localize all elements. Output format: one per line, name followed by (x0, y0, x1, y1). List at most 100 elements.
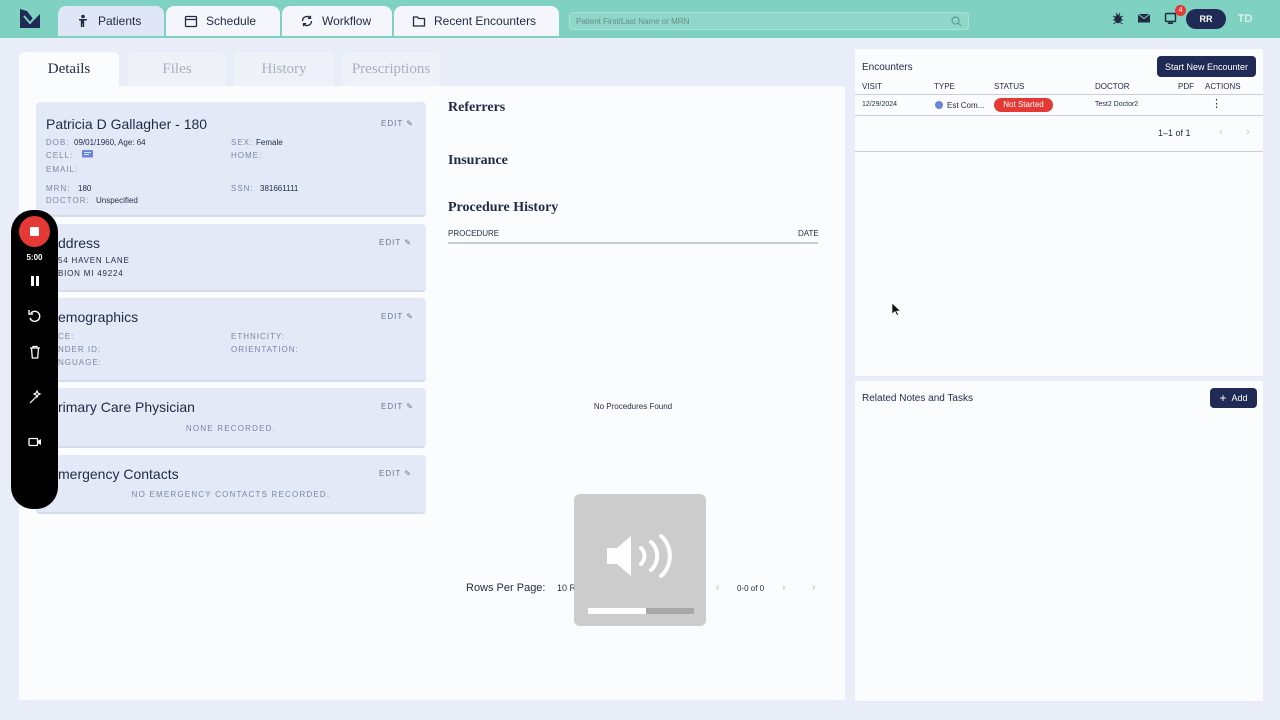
prev-page-icon[interactable]: ‹ (716, 582, 719, 593)
status-column-header[interactable]: STATUS (994, 82, 1024, 91)
pcp-empty-message: NONE RECORDED. (185, 424, 277, 433)
type-column-header[interactable]: TYPE (934, 82, 955, 91)
edit-address-button[interactable]: EDIT ✎ (379, 238, 412, 247)
address-line-1: 54 HAVEN LANE (58, 256, 130, 265)
pause-icon[interactable] (27, 273, 43, 289)
ssn-value: 381661111 (260, 184, 299, 193)
nav-tab-recent-encounters[interactable]: Recent Encounters (394, 6, 559, 36)
actions-column-header: ACTIONS (1205, 82, 1241, 91)
nav-tab-patients[interactable]: Patients (58, 6, 164, 36)
restart-icon[interactable] (27, 308, 43, 324)
status-badge: Not Started (994, 98, 1053, 112)
procedure-pagination-text: 0-0 of 0 (737, 584, 765, 593)
search-icon[interactable] (951, 15, 962, 27)
language-label: NGUAGE: (58, 358, 102, 367)
bug-icon[interactable] (1111, 11, 1125, 25)
type-dot-icon (935, 101, 943, 109)
home-label: HOME: (231, 151, 263, 160)
notification-badge: 4 (1175, 5, 1186, 16)
sync-icon (301, 15, 313, 27)
doctor-value: Unspecified (96, 196, 138, 205)
race-label: CE: (58, 332, 75, 341)
related-notes-panel (855, 381, 1263, 701)
stop-recording-button[interactable] (19, 216, 50, 247)
visit-column-header[interactable]: VISIT (862, 82, 882, 91)
volume-level-bar (588, 608, 694, 614)
address-title: ddress (58, 235, 101, 251)
app-logo[interactable] (18, 6, 42, 30)
draw-effects-icon[interactable] (27, 390, 43, 406)
tab-details[interactable]: Details (19, 52, 119, 86)
camera-icon[interactable] (27, 434, 43, 450)
pdf-column-header: PDF (1178, 82, 1194, 91)
pcp-title: rimary Care Physician (58, 399, 195, 415)
tab-files[interactable]: Files (128, 52, 226, 86)
nav-tab-workflow[interactable]: Workflow (282, 6, 392, 36)
visit-date: 12/29/2024 (862, 101, 898, 108)
encounters-title: Encounters (862, 62, 913, 73)
edit-patient-button[interactable]: EDIT ✎ (381, 119, 414, 128)
tab-history[interactable]: History (234, 52, 334, 86)
search-placeholder: Patient First/Last Name or MRN (576, 16, 690, 26)
encounters-next-icon[interactable]: › (1246, 126, 1250, 138)
nav-tab-label: Schedule (206, 14, 257, 28)
encounters-row-divider (855, 115, 1263, 116)
sex-label: SEX: (231, 138, 254, 147)
encounters-header-divider (855, 94, 1263, 95)
mail-icon[interactable] (1137, 11, 1151, 25)
user-avatar[interactable]: RR (1186, 9, 1226, 29)
nav-tab-label: Patients (98, 14, 142, 28)
referrers-heading: Referrers (448, 100, 506, 115)
ethnicity-label: ETHNICITY: (231, 332, 286, 341)
edit-pcp-button[interactable]: EDIT ✎ (381, 402, 414, 411)
recording-timer: 5:00 (26, 253, 43, 262)
insurance-heading: Insurance (448, 153, 508, 168)
patient-search-input[interactable]: Patient First/Last Name or MRN (569, 12, 969, 30)
emergency-contacts-card: mergency Contacts EDIT ✎ NO EMERGENCY CO… (36, 455, 426, 514)
sex-value: Female (256, 138, 283, 147)
orientation-label: ORIENTATION: (231, 345, 299, 354)
nav-tab-schedule[interactable]: Schedule (166, 6, 280, 36)
nav-tab-label: Recent Encounters (434, 14, 537, 28)
screen-recorder-toolbar: 5:00 (11, 210, 58, 509)
volume-overlay (574, 494, 706, 626)
last-page-icon[interactable]: › (812, 582, 815, 593)
encounters-prev-icon[interactable]: ‹ (1219, 126, 1223, 138)
folder-icon (412, 16, 426, 27)
message-icon[interactable] (82, 150, 93, 159)
patient-name: Patricia D Gallagher - 180 (46, 116, 208, 132)
edit-emergency-button[interactable]: EDIT ✎ (379, 469, 412, 478)
doctor-label: DOCTOR: (46, 196, 90, 205)
emergency-empty-message: NO EMERGENCY CONTACTS RECORDED. (131, 490, 331, 499)
address-line-2: BION MI 49224 (58, 269, 124, 278)
email-label: EMAIL: (46, 165, 79, 174)
encounters-panel (855, 49, 1263, 376)
encounter-type: Est Com... (947, 101, 985, 110)
mrn-value: 180 (78, 184, 92, 193)
edit-demographics-button[interactable]: EDIT ✎ (381, 312, 414, 321)
dob-label: DOB: (46, 138, 70, 147)
date-column-header[interactable]: DATE (798, 229, 819, 238)
start-new-encounter-button[interactable]: Start New Encounter (1157, 56, 1256, 77)
person-icon (79, 14, 87, 27)
procedure-history-heading: Procedure History (448, 200, 559, 215)
doctor-column-header[interactable]: DOCTOR (1095, 82, 1130, 91)
delete-icon[interactable] (27, 344, 43, 360)
procedure-column-header[interactable]: PROCEDURE (448, 229, 499, 238)
add-note-button[interactable]: + Add (1210, 388, 1257, 408)
address-card: ddress EDIT ✎ 54 HAVEN LANE BION MI 4922… (36, 224, 426, 292)
volume-level-fill (588, 608, 647, 614)
tab-prescriptions[interactable]: Prescriptions (342, 52, 440, 86)
mrn-label: MRN: (46, 184, 71, 193)
calendar-icon (184, 15, 198, 28)
encounters-pagination-text: 1–1 of 1 (1158, 128, 1191, 138)
rows-per-page-label: Rows Per Page: (466, 582, 546, 594)
next-page-icon[interactable]: › (782, 582, 785, 593)
more-actions-icon[interactable]: ⋮ (1211, 98, 1222, 110)
no-procedures-message: No Procedures Found (593, 402, 673, 411)
primary-care-physician-card: rimary Care Physician EDIT ✎ NONE RECORD… (36, 388, 426, 448)
speaker-icon (607, 534, 672, 578)
encounters-footer-divider (855, 151, 1263, 152)
plus-icon: + (1219, 391, 1227, 405)
account-avatar[interactable]: TD (1233, 9, 1257, 29)
